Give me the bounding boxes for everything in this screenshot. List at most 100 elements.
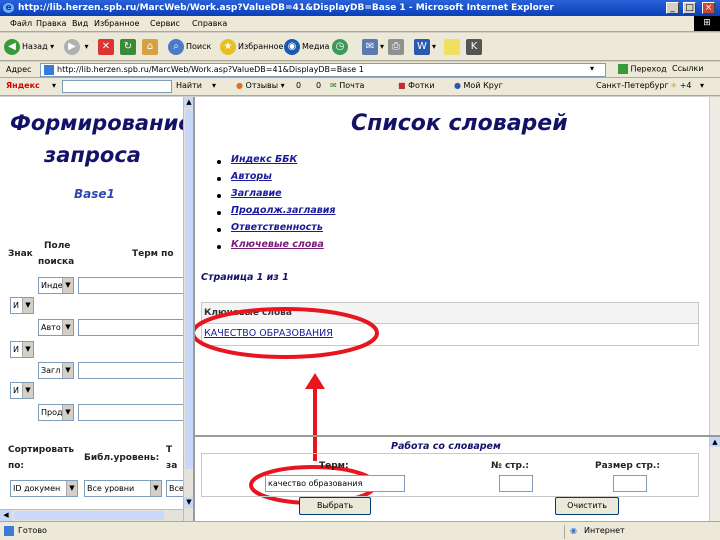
yandex-reviews[interactable]: ● Отзывы ▾ (236, 81, 285, 90)
page-size-input[interactable] (613, 475, 647, 492)
chevron-down-icon: ▼ (22, 342, 33, 357)
circle-icon: ● (454, 81, 461, 90)
window-title-bar: e http://lib.herzen.spb.ru/MarcWeb/Work.… (0, 0, 720, 16)
stop-button[interactable]: ✕ (98, 37, 116, 57)
yandex-options-icon[interactable]: ▾ (700, 81, 704, 90)
mail-button[interactable]: ✉ ▾ (362, 37, 384, 57)
scroll-thumb[interactable] (14, 511, 164, 520)
word-icon: W (414, 38, 430, 55)
menu-view[interactable]: Вид (72, 19, 88, 28)
yandex-weather[interactable]: ☀ +4 (670, 81, 692, 90)
zone-text: Интернет (584, 526, 625, 535)
address-label: Адрес (6, 65, 32, 74)
status-bar: Готово ◉ Интернет (0, 521, 720, 540)
bottom-vertical-scrollbar[interactable]: ▲ (709, 437, 720, 521)
go-button[interactable]: Переход (618, 64, 667, 74)
sort-label-line2: по: (8, 461, 25, 471)
address-dropdown-icon[interactable]: ▾ (590, 64, 594, 73)
yandex-search-input[interactable] (62, 80, 172, 93)
left-vertical-scrollbar[interactable]: ▲ ▼ (183, 97, 194, 521)
address-input[interactable]: http://lib.herzen.spb.ru/MarcWeb/Work.as… (40, 63, 606, 77)
clear-button[interactable]: Очистить (555, 497, 619, 515)
sort-select[interactable]: ID докумен ▼ (10, 480, 78, 497)
menu-edit[interactable]: Правка (36, 19, 66, 28)
sort-label-line1: Сортировать (8, 445, 75, 455)
edit-button[interactable]: W ▾ (414, 37, 436, 57)
dictionary-work-frame: Работа со словарем Терм: № стр.: Размер … (193, 435, 720, 521)
print-button[interactable]: ⎙ (388, 37, 406, 57)
term-value-input[interactable]: качество образования (265, 475, 405, 492)
operator-select-2[interactable]: И ▼ (10, 341, 34, 358)
menu-file[interactable]: Файл (10, 19, 32, 28)
history-button[interactable]: ◷ (332, 37, 350, 57)
chevron-down-icon: ▼ (150, 481, 161, 496)
term-input-4[interactable] (78, 404, 183, 421)
yandex-counter-1[interactable]: 0 (296, 81, 301, 90)
operator-select-1[interactable]: И ▼ (10, 297, 34, 314)
yandex-photo[interactable]: ■ Фотки (398, 81, 435, 90)
yandex-mail[interactable]: ✉ Почта (330, 81, 364, 90)
mail-icon: ✉ (362, 38, 378, 55)
messenger-button[interactable]: K (466, 37, 484, 57)
photo-icon: ■ (398, 81, 406, 90)
address-bar: Адрес http://lib.herzen.spb.ru/MarcWeb/W… (0, 62, 720, 78)
operator-select-3-value: И (13, 386, 19, 395)
yandex-find-button[interactable]: Найти (176, 81, 202, 90)
search-button[interactable]: ⌕ Поиск (168, 37, 211, 57)
chevron-down-icon: ▼ (62, 405, 73, 420)
forward-button[interactable]: ▶ ▾ (64, 37, 89, 57)
right-vertical-scrollbar[interactable] (709, 97, 720, 435)
select-button[interactable]: Выбрать (299, 497, 371, 515)
term-input-2[interactable] (78, 319, 183, 336)
page-size-label: Размер стр.: (595, 461, 660, 471)
stop-icon: ✕ (98, 38, 114, 55)
field-select-1-value: Инде (41, 281, 63, 290)
maximize-button[interactable]: □ (683, 2, 696, 14)
links-button[interactable]: Ссылки (672, 64, 703, 73)
back-button[interactable]: ◀ Назад ▾ (4, 37, 54, 57)
close-button[interactable]: × (702, 2, 715, 14)
menu-bar: Файл Правка Вид Избранное Сервис Справка… (0, 16, 720, 32)
chevron-down-icon: ▼ (22, 298, 33, 313)
menu-favorites[interactable]: Избранное (94, 19, 139, 28)
menu-tools[interactable]: Сервис (150, 19, 180, 28)
notes-button[interactable] (444, 37, 462, 57)
type-select[interactable]: Все (166, 480, 183, 497)
field-select-2[interactable]: Авто ▼ (38, 319, 74, 336)
yandex-city[interactable]: Санкт-Петербург (596, 81, 669, 90)
scroll-left-icon[interactable]: ◀ (0, 510, 12, 521)
weather-icon: ☀ (670, 81, 678, 90)
yandex-counter-2[interactable]: 0 (316, 81, 321, 90)
field-select-3[interactable]: Загл ▼ (38, 362, 74, 379)
term-input-1[interactable] (78, 277, 183, 294)
yandex-my-circle[interactable]: ● Мой Круг (454, 81, 503, 90)
refresh-button[interactable]: ↻ (120, 37, 138, 57)
annotation-ellipse (195, 307, 379, 359)
operator-select-3[interactable]: И ▼ (10, 382, 34, 399)
ie-icon: e (3, 3, 14, 13)
query-frame: Формирование запроса Base1 Знак Поле пои… (0, 97, 183, 521)
media-button[interactable]: ◉ Медиа (284, 37, 329, 57)
print-icon: ⎙ (388, 38, 404, 55)
favorites-button[interactable]: ★ Избранное (220, 37, 283, 57)
menu-help[interactable]: Справка (192, 19, 227, 28)
operator-select-2-value: И (13, 345, 19, 354)
annotation-arrow-head (305, 373, 325, 389)
level-select-value: Все уровни (87, 484, 135, 493)
query-title-line1: Формирование (10, 111, 183, 135)
field-select-4-value: Прод (41, 408, 63, 417)
yandex-arrow-icon[interactable]: ▾ (212, 81, 216, 90)
home-button[interactable]: ⌂ (142, 37, 160, 57)
third-label-line1: Т (166, 445, 173, 455)
level-select[interactable]: Все уровни ▼ (84, 480, 162, 497)
field-select-1[interactable]: Инде ▼ (38, 277, 74, 294)
level-label: Библ.уровень: (84, 453, 160, 463)
term-input-3[interactable] (78, 362, 183, 379)
vertical-scroll-thumb[interactable] (185, 109, 193, 469)
yandex-logo[interactable]: Яндекс (6, 81, 40, 90)
field-select-4[interactable]: Прод ▼ (38, 404, 74, 421)
page-number-input[interactable] (499, 475, 533, 492)
left-horizontal-scrollbar[interactable]: ◀ (0, 509, 183, 521)
scroll-up-icon[interactable]: ▲ (710, 437, 720, 447)
minimize-button[interactable]: _ (666, 2, 679, 14)
